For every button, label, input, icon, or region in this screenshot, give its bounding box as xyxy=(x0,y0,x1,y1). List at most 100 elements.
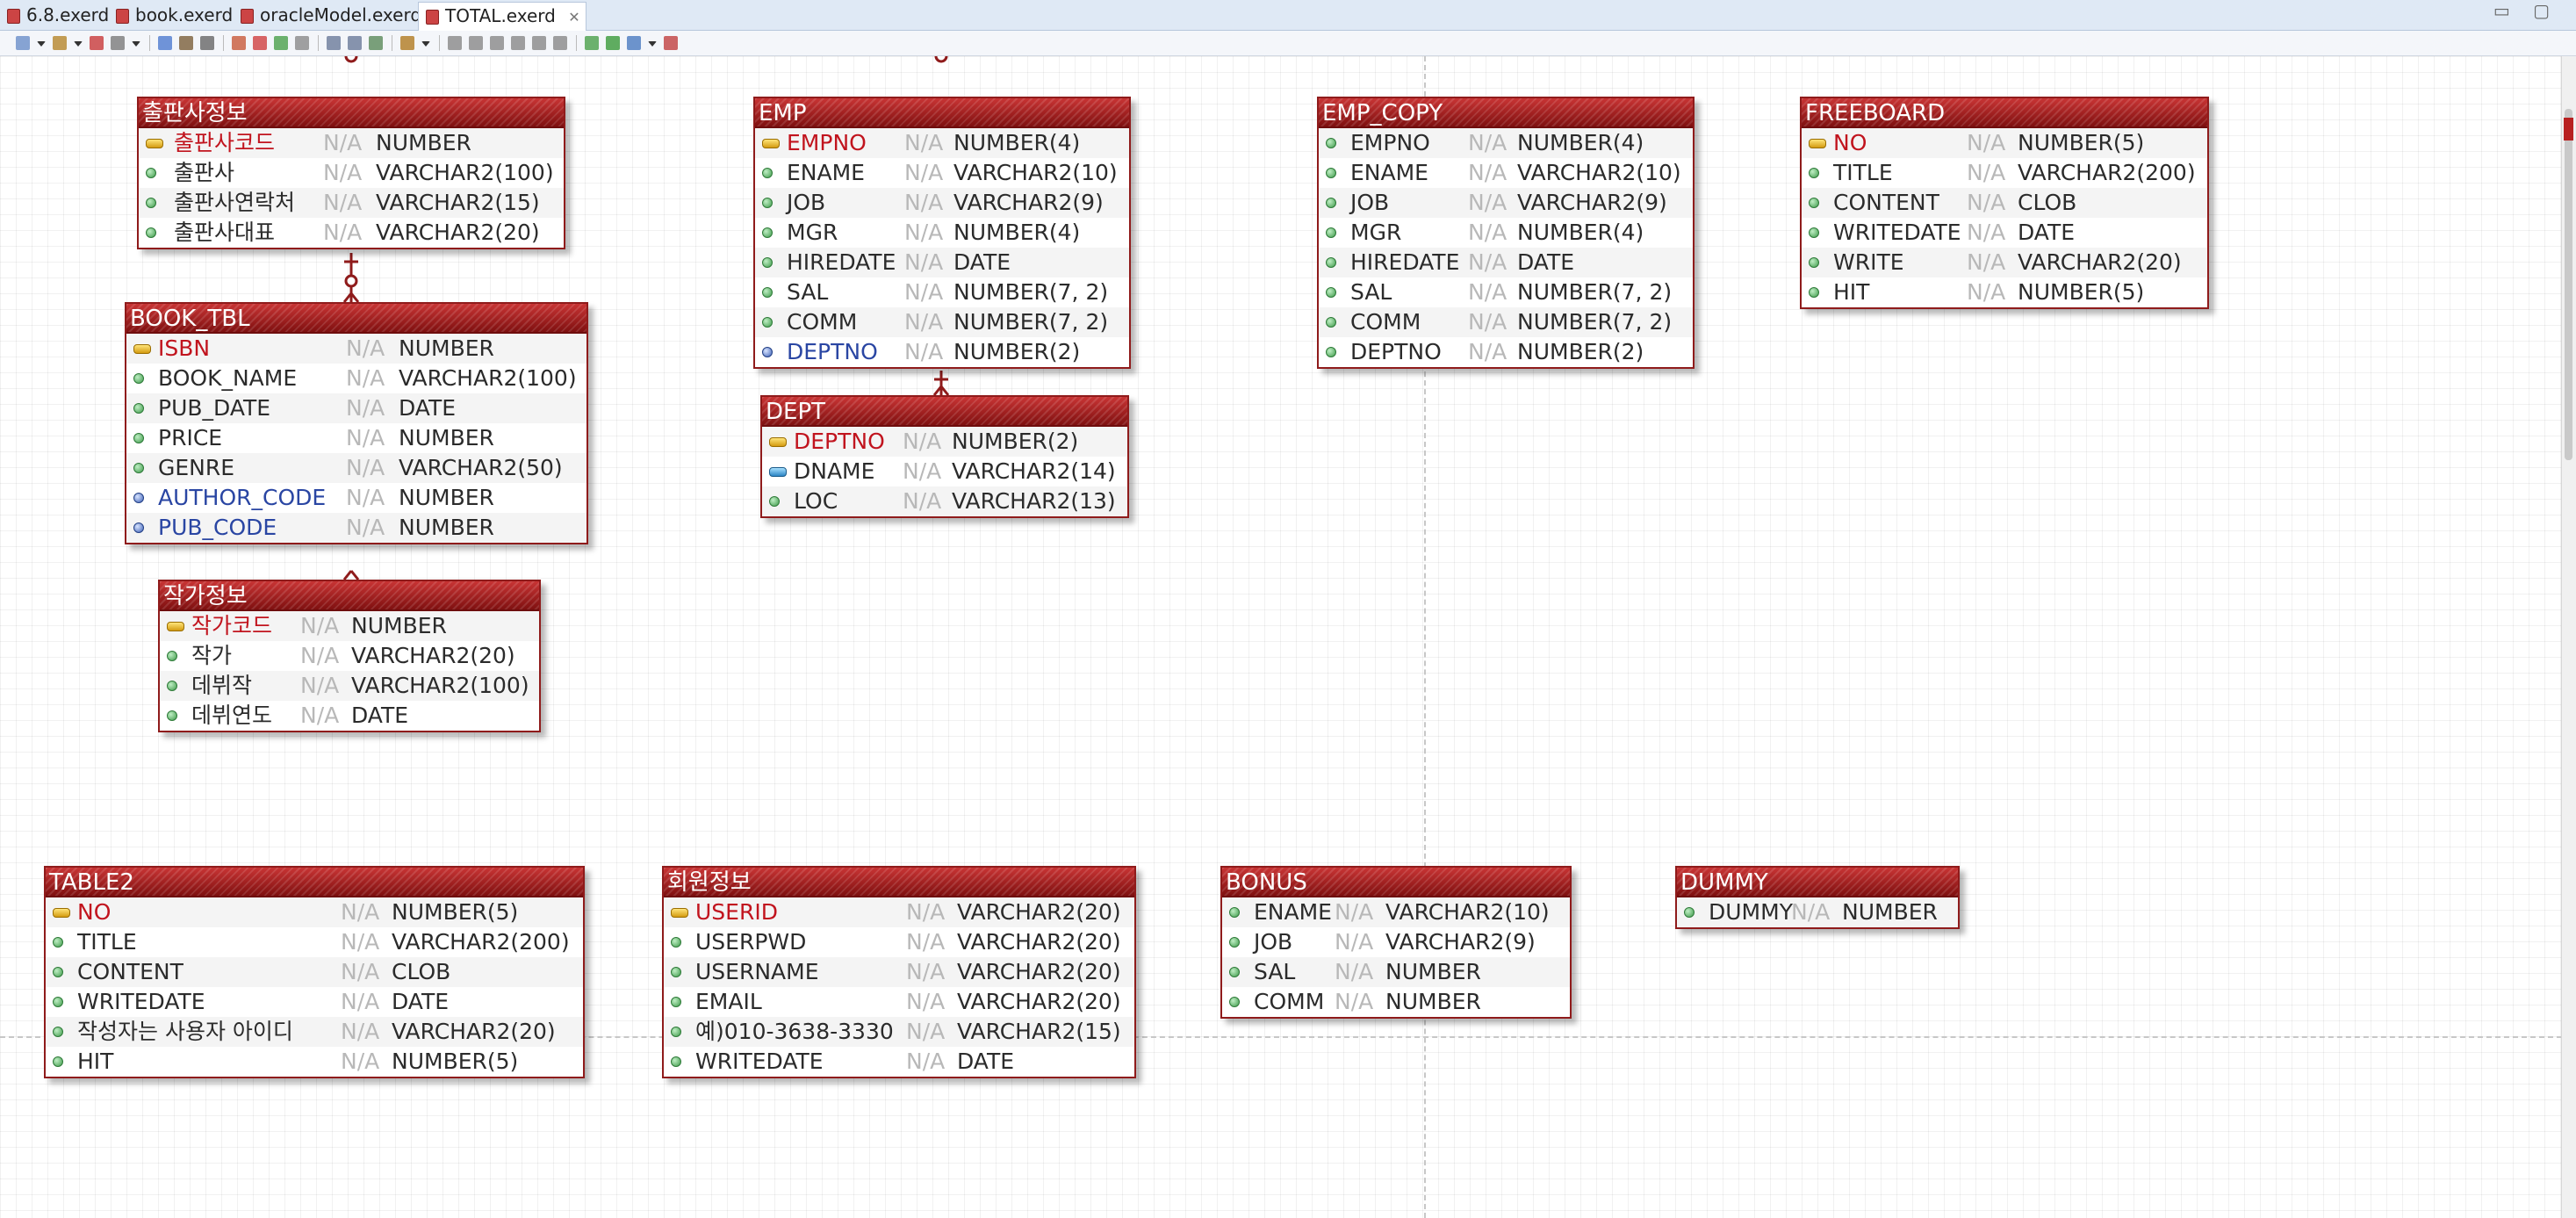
column-row[interactable]: 출판사 N/A VARCHAR2(100) xyxy=(139,158,564,188)
entity-table2[interactable]: TABLE2 NO N/A NUMBER(5) TITLE N/A VARCHAR2(200… xyxy=(44,866,585,1078)
close-icon[interactable]: ✕ xyxy=(568,9,579,25)
column-row[interactable]: PUB_CODE N/A NUMBER xyxy=(126,513,586,543)
column-row[interactable]: MGR N/A NUMBER(4) xyxy=(1319,218,1693,248)
column-row[interactable]: COMM N/A NUMBER(7, 2) xyxy=(1319,307,1693,337)
column-row[interactable]: 출판사대표 N/A VARCHAR2(20) xyxy=(139,218,564,248)
column-row[interactable]: HIREDATE N/A DATE xyxy=(1319,248,1693,277)
align-left-icon[interactable] xyxy=(448,36,462,50)
entity-member[interactable]: 회원정보 USERID N/A VARCHAR2(20) USERPWD N/A VARCH… xyxy=(662,866,1136,1078)
generate-icon[interactable] xyxy=(606,36,620,50)
column-row[interactable]: BOOK_NAME N/A VARCHAR2(100) xyxy=(126,364,586,393)
column-row[interactable]: LOC N/A VARCHAR2(13) xyxy=(762,486,1127,516)
table-icon[interactable] xyxy=(232,36,246,50)
column-row[interactable]: HIT N/A NUMBER(5) xyxy=(1802,277,2207,307)
print-icon[interactable] xyxy=(327,36,341,50)
column-row[interactable]: DEPTNO N/A NUMBER(2) xyxy=(762,427,1127,457)
save-icon[interactable] xyxy=(90,36,104,50)
column-row[interactable]: DUMMY N/A NUMBER xyxy=(1677,897,1958,927)
column-row[interactable]: COMM N/A NUMBER(7, 2) xyxy=(755,307,1129,337)
entity-title[interactable]: TABLE2 xyxy=(46,868,583,897)
column-row[interactable]: USERNAME N/A VARCHAR2(20) xyxy=(664,957,1134,987)
entity-title[interactable]: 회원정보 xyxy=(664,868,1134,897)
layout-icon[interactable] xyxy=(400,36,414,50)
entity-title[interactable]: EMP xyxy=(755,98,1129,128)
entity-title[interactable]: BONUS xyxy=(1222,868,1570,897)
entity-dept[interactable]: DEPT DEPTNO N/A NUMBER(2) DNAME N/A VARCHAR2(1… xyxy=(760,395,1129,518)
select-icon[interactable] xyxy=(158,36,172,50)
tab-6-8-exerd[interactable]: 6.8.exerd xyxy=(0,2,123,29)
column-row[interactable]: PUB_DATE N/A DATE xyxy=(126,393,586,423)
relation-icon[interactable] xyxy=(274,36,288,50)
new-icon[interactable] xyxy=(16,36,30,50)
tab-book-exerd[interactable]: book.exerd xyxy=(109,2,248,29)
column-row[interactable]: TITLE N/A VARCHAR2(200) xyxy=(1802,158,2207,188)
column-row[interactable]: WRITE N/A VARCHAR2(20) xyxy=(1802,248,2207,277)
column-row[interactable]: DEPTNO N/A NUMBER(2) xyxy=(1319,337,1693,367)
column-row[interactable]: DEPTNO N/A NUMBER(2) xyxy=(755,337,1129,367)
diagram-canvas[interactable]: 출판사정보 출판사코드 N/A NUMBER 출판사 N/A VARCHAR2(100) 출판… xyxy=(0,56,2562,1218)
column-row[interactable]: HIT N/A NUMBER(5) xyxy=(46,1047,583,1077)
entity-title[interactable]: 출판사정보 xyxy=(139,98,564,128)
column-row[interactable]: WRITEDATE N/A DATE xyxy=(664,1047,1134,1077)
column-row[interactable]: 예)010-3638-3330 N/A VARCHAR2(15) xyxy=(664,1017,1134,1047)
entity-title[interactable]: BOOK_TBL xyxy=(126,304,586,334)
column-row[interactable]: JOB N/A VARCHAR2(9) xyxy=(1319,188,1693,218)
column-row[interactable]: NO N/A NUMBER(5) xyxy=(1802,128,2207,158)
column-row[interactable]: SAL N/A NUMBER(7, 2) xyxy=(1319,277,1693,307)
align-middle-icon[interactable] xyxy=(532,36,546,50)
align-right-icon[interactable] xyxy=(490,36,504,50)
column-row[interactable]: CONTENT N/A CLOB xyxy=(1802,188,2207,218)
dropdown-icon[interactable] xyxy=(421,41,430,47)
image-icon[interactable] xyxy=(369,36,383,50)
dropdown-icon[interactable] xyxy=(132,41,140,47)
settings-icon[interactable] xyxy=(664,36,678,50)
align-top-icon[interactable] xyxy=(511,36,525,50)
column-row[interactable]: 작가 N/A VARCHAR2(20) xyxy=(160,641,539,671)
column-row[interactable]: 작성자는 사용자 아이디 N/A VARCHAR2(20) xyxy=(46,1017,583,1047)
column-row[interactable]: DNAME N/A VARCHAR2(14) xyxy=(762,457,1127,486)
note-icon[interactable] xyxy=(295,36,309,50)
entity-title[interactable]: DEPT xyxy=(762,397,1127,427)
column-row[interactable]: TITLE N/A VARCHAR2(200) xyxy=(46,927,583,957)
entity-bonus[interactable]: BONUS ENAME N/A VARCHAR2(10) JOB N/A VARCHAR2(… xyxy=(1220,866,1572,1019)
sync-icon[interactable] xyxy=(627,36,641,50)
vertical-scrollbar[interactable] xyxy=(2561,56,2576,1218)
dropdown-icon[interactable] xyxy=(74,41,83,47)
column-row[interactable]: 출판사연락처 N/A VARCHAR2(15) xyxy=(139,188,564,218)
column-row[interactable]: ENAME N/A VARCHAR2(10) xyxy=(755,158,1129,188)
column-row[interactable]: 데뷔연도 N/A DATE xyxy=(160,701,539,731)
column-row[interactable]: WRITEDATE N/A DATE xyxy=(1802,218,2207,248)
zoom-icon[interactable] xyxy=(200,36,214,50)
column-row[interactable]: PRICE N/A NUMBER xyxy=(126,423,586,453)
align-center-icon[interactable] xyxy=(469,36,483,50)
entity-title[interactable]: 작가정보 xyxy=(160,581,539,611)
column-row[interactable]: WRITEDATE N/A DATE xyxy=(46,987,583,1017)
relation-icon[interactable] xyxy=(253,36,267,50)
column-row[interactable]: JOB N/A VARCHAR2(9) xyxy=(1222,927,1570,957)
dropdown-icon[interactable] xyxy=(37,41,46,47)
column-row[interactable]: EMPNO N/A NUMBER(4) xyxy=(1319,128,1693,158)
column-row[interactable]: AUTHOR_CODE N/A NUMBER xyxy=(126,483,586,513)
entity-book-tbl[interactable]: BOOK_TBL ISBN N/A NUMBER BOOK_NAME N/A VARCHAR… xyxy=(125,302,588,544)
column-row[interactable]: 출판사코드 N/A NUMBER xyxy=(139,128,564,158)
connect-icon[interactable] xyxy=(53,36,67,50)
scrollbar-thumb[interactable] xyxy=(2565,109,2572,460)
column-row[interactable]: COMM N/A NUMBER xyxy=(1222,987,1570,1017)
column-row[interactable]: NO N/A NUMBER(5) xyxy=(46,897,583,927)
entity-dummy[interactable]: DUMMY DUMMY N/A NUMBER xyxy=(1675,866,1960,929)
column-row[interactable]: SAL N/A NUMBER xyxy=(1222,957,1570,987)
column-row[interactable]: CONTENT N/A CLOB xyxy=(46,957,583,987)
column-row[interactable]: SAL N/A NUMBER(7, 2) xyxy=(755,277,1129,307)
entity-freeboard[interactable]: FREEBOARD NO N/A NUMBER(5) TITLE N/A VARCHAR2(… xyxy=(1800,97,2209,309)
column-row[interactable]: JOB N/A VARCHAR2(9) xyxy=(755,188,1129,218)
entity-title[interactable]: EMP_COPY xyxy=(1319,98,1693,128)
column-row[interactable]: EMAIL N/A VARCHAR2(20) xyxy=(664,987,1134,1017)
entity-title[interactable]: DUMMY xyxy=(1677,868,1958,897)
tab-total-exerd[interactable]: TOTAL.exerd ✕ xyxy=(418,2,586,31)
column-row[interactable]: 작가코드 N/A NUMBER xyxy=(160,611,539,641)
entity-emp[interactable]: EMP EMPNO N/A NUMBER(4) ENAME N/A VARCHAR2(10)… xyxy=(753,97,1131,369)
entity-emp-copy[interactable]: EMP_COPY EMPNO N/A NUMBER(4) ENAME N/A VARCHAR… xyxy=(1317,97,1695,369)
entity-publisher[interactable]: 출판사정보 출판사코드 N/A NUMBER 출판사 N/A VARCHAR2(100) 출판… xyxy=(137,97,565,249)
column-row[interactable]: 데뷔작 N/A VARCHAR2(100) xyxy=(160,671,539,701)
print-preview-icon[interactable] xyxy=(348,36,362,50)
